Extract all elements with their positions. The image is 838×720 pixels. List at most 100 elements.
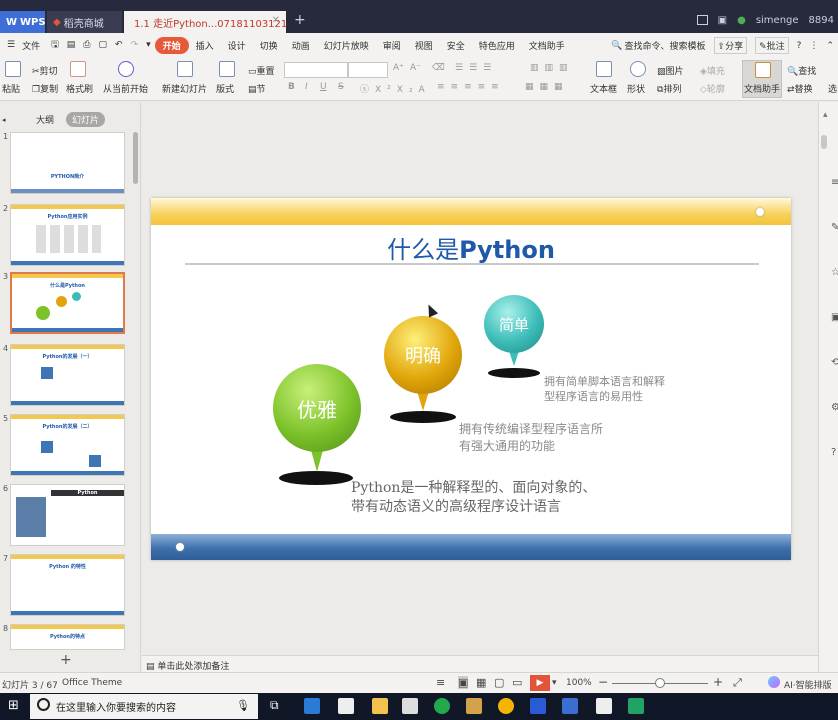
menu-animation[interactable]: 动画	[285, 39, 317, 52]
task-view-icon[interactable]: ⧉	[270, 698, 279, 713]
zoom-out-button[interactable]: −	[598, 675, 608, 689]
tab-count-icon[interactable]	[696, 15, 708, 25]
font-shrink-icon[interactable]: A⁻	[410, 63, 421, 73]
font-grow-icon[interactable]: A⁺	[393, 63, 404, 73]
edge-icon[interactable]	[304, 698, 320, 714]
style-icon[interactable]: ✎	[831, 222, 838, 233]
menu-insert[interactable]: 插入	[189, 39, 221, 52]
menu-review[interactable]: 审阅	[376, 39, 408, 52]
menu-file[interactable]: 文件	[22, 39, 47, 52]
find-button[interactable]: 🔍查找	[787, 64, 816, 77]
settings-icon[interactable]: ⚙	[831, 402, 838, 413]
arrange-button[interactable]: ⧉排列	[657, 82, 681, 95]
vertical-scrollbar[interactable]	[821, 135, 827, 149]
explorer-icon[interactable]	[372, 698, 388, 714]
close-tab-icon[interactable]: ✕	[272, 15, 280, 26]
layout-icon[interactable]	[219, 61, 235, 77]
tab-document[interactable]: 1.1 走近Python...07181103121 ✕	[124, 11, 286, 33]
store-icon[interactable]	[338, 698, 354, 714]
backup-icon[interactable]: ⟲	[831, 357, 838, 368]
format-painter-icon[interactable]	[70, 61, 86, 77]
fit-view-icon[interactable]: ▭	[512, 676, 522, 689]
reading-view-icon[interactable]: ▢	[494, 676, 504, 689]
text-effect-icons[interactable]: ⓢX²X₂A	[360, 82, 431, 95]
slide-thumb-4[interactable]: Python的发展（一）	[10, 344, 125, 406]
menu-view[interactable]: 视图	[408, 39, 440, 52]
cut-button[interactable]: ✂剪切	[32, 64, 58, 77]
outline-button[interactable]: ◇轮廓	[700, 82, 725, 95]
slide-thumb-5[interactable]: Python的发展（二）	[10, 414, 125, 476]
format-painter-button[interactable]: 格式刷	[66, 82, 93, 95]
slideshow-menu-icon[interactable]: ▾	[552, 678, 557, 688]
tab-wps[interactable]: W WPS	[0, 11, 45, 33]
textbox-button[interactable]: 文本框	[590, 82, 617, 95]
animation-icon[interactable]: ☆	[831, 267, 838, 278]
menu-transition[interactable]: 切换	[253, 39, 285, 52]
help-button[interactable]: ?	[797, 41, 802, 51]
more-icon[interactable]: ▾	[142, 40, 155, 50]
doc-helper-button[interactable]: 文档助手	[744, 82, 780, 95]
align-icons[interactable]: ≡≡≡≡≡	[437, 82, 505, 92]
menu-special[interactable]: 特色应用	[472, 39, 522, 52]
shape-button[interactable]: 形状	[627, 82, 645, 95]
underline-button[interactable]: U	[320, 82, 327, 92]
microphone-icon[interactable]: 🎙	[236, 699, 250, 712]
menu-doc-helper[interactable]: 文档助手	[522, 39, 572, 52]
textbox-icon[interactable]	[596, 61, 612, 77]
app-icon[interactable]	[434, 698, 450, 714]
tab-docer-store[interactable]: ◆ 稻壳商城	[47, 11, 122, 33]
list-icons[interactable]: ☰☰☰	[455, 63, 497, 73]
ai-layout-button[interactable]: AI·智能排版	[784, 678, 832, 691]
folder-icon[interactable]	[466, 698, 482, 714]
shape-icon[interactable]	[630, 61, 646, 77]
chrome-icon[interactable]	[498, 698, 514, 714]
tab-slides[interactable]: 幻灯片	[66, 112, 106, 127]
username[interactable]: simenge	[756, 15, 799, 26]
user-avatar-icon[interactable]: ●	[737, 15, 746, 26]
export-pdf-icon[interactable]: ▤	[63, 40, 80, 50]
menu-security[interactable]: 安全	[440, 39, 472, 52]
caption-simple[interactable]: 拥有简单脚本语言和解释 型程序语言的易用性	[544, 374, 665, 404]
pin-elegant[interactable]: 优雅	[273, 364, 361, 452]
caption-clear[interactable]: 拥有传统编译型程序语言所 有强大通用的功能	[459, 421, 603, 455]
italic-button[interactable]: I	[305, 82, 308, 92]
fill-button[interactable]: ◈填充	[700, 64, 725, 77]
panel-collapse-icon[interactable]: ◂	[2, 116, 6, 124]
slide-thumb-8[interactable]: Python的特点	[10, 624, 125, 650]
skin-icon[interactable]: ▣	[718, 15, 727, 26]
print-icon[interactable]: ⎙	[79, 40, 94, 50]
scroll-up-icon[interactable]: ▴	[823, 110, 828, 120]
slide-thumb-7[interactable]: Python 的特性	[10, 554, 125, 616]
play-icon[interactable]	[118, 61, 134, 77]
slide-thumb-1[interactable]: PYTHON简介	[10, 132, 125, 194]
font-size-select[interactable]	[348, 62, 388, 78]
zoom-in-button[interactable]: +	[713, 675, 723, 689]
zoom-slider-thumb[interactable]	[655, 678, 665, 688]
tab-outline[interactable]: 大纲	[36, 113, 54, 126]
notepad-icon[interactable]	[596, 698, 612, 714]
mail-icon[interactable]	[402, 698, 418, 714]
replace-button[interactable]: ⇄替换	[787, 82, 813, 95]
bold-button[interactable]: B	[288, 82, 295, 92]
undo-icon[interactable]: ↶	[111, 40, 127, 50]
panel-scrollbar[interactable]	[133, 132, 138, 184]
preview-icon[interactable]: ▢	[94, 40, 111, 50]
notes-toggle-icon[interactable]: ≡	[436, 676, 445, 689]
copy-button[interactable]: ❐复制	[32, 82, 58, 95]
picture-button[interactable]: ▨图片	[657, 64, 684, 77]
clear-format-icon[interactable]: ⌫	[432, 63, 445, 73]
slide-thumb-6[interactable]: Python	[10, 484, 125, 546]
slide-thumb-3[interactable]: 什么是Python	[10, 272, 125, 334]
property-icon[interactable]: ≡	[831, 177, 838, 188]
font-family-select[interactable]	[284, 62, 348, 78]
paragraph-icons[interactable]: ▥▥▥	[530, 63, 574, 73]
fit-window-icon[interactable]: ⤢	[733, 676, 742, 690]
play-slideshow-button[interactable]: ▶	[530, 675, 550, 691]
hamburger-icon[interactable]: ☰	[0, 40, 22, 50]
pin-clear[interactable]: 明确	[384, 316, 462, 394]
menu-design[interactable]: 设计	[221, 39, 253, 52]
section-button[interactable]: ▤节	[248, 82, 266, 95]
pin-simple[interactable]: 简单	[484, 295, 544, 353]
select-pane-icon[interactable]: ▣	[831, 312, 838, 323]
zoom-level[interactable]: 100%	[566, 678, 592, 688]
